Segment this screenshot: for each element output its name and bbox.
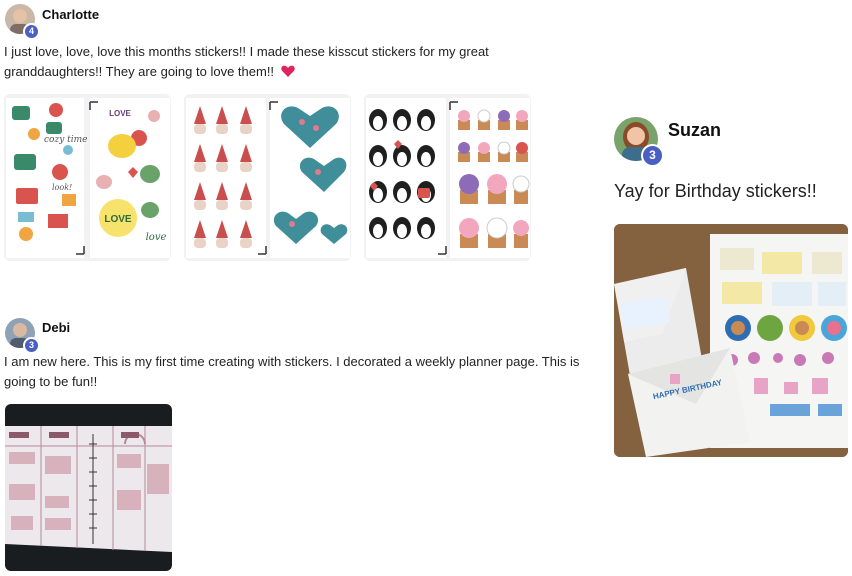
post-text: I am new here. This is my first time cre…: [4, 352, 594, 392]
author-name[interactable]: Debi: [42, 320, 70, 335]
svg-text:look!: look!: [52, 183, 72, 192]
post-photo-birthday-stickers[interactable]: HAPPY BIRTHDAY: [614, 224, 848, 457]
post-text-line: granddaughters!! They are going to love …: [4, 62, 564, 82]
post-text-line: I am new here. This is my first time cre…: [4, 354, 580, 369]
post-photo-penguin-stickers[interactable]: [364, 94, 531, 261]
post-text: I just love, love, love this months stic…: [4, 42, 564, 82]
level-badge: 4: [23, 23, 40, 40]
post-photo-planner-page[interactable]: [5, 404, 172, 571]
sticker-love-script: love: [146, 232, 167, 243]
post-text-line: I just love, love, love this months stic…: [4, 44, 489, 59]
author-name[interactable]: Suzan: [668, 120, 721, 141]
post-photo-love-stickers[interactable]: cozy time look! LOVE LOVE love: [4, 94, 171, 261]
level-badge: 3: [641, 144, 664, 167]
author-name[interactable]: Charlotte: [42, 7, 99, 22]
post-text: Yay for Birthday stickers!!: [614, 181, 817, 201]
post-text-line: going to be fun!!: [4, 374, 98, 389]
sticker-love: LOVE: [104, 214, 132, 225]
heart-icon: [280, 65, 295, 77]
post-photo-gnome-stickers[interactable]: [184, 94, 351, 261]
sticker-love: LOVE: [109, 109, 131, 118]
svg-text:cozy time: cozy time: [44, 135, 88, 145]
post-text-line-content: granddaughters!! They are going to love …: [4, 64, 275, 79]
